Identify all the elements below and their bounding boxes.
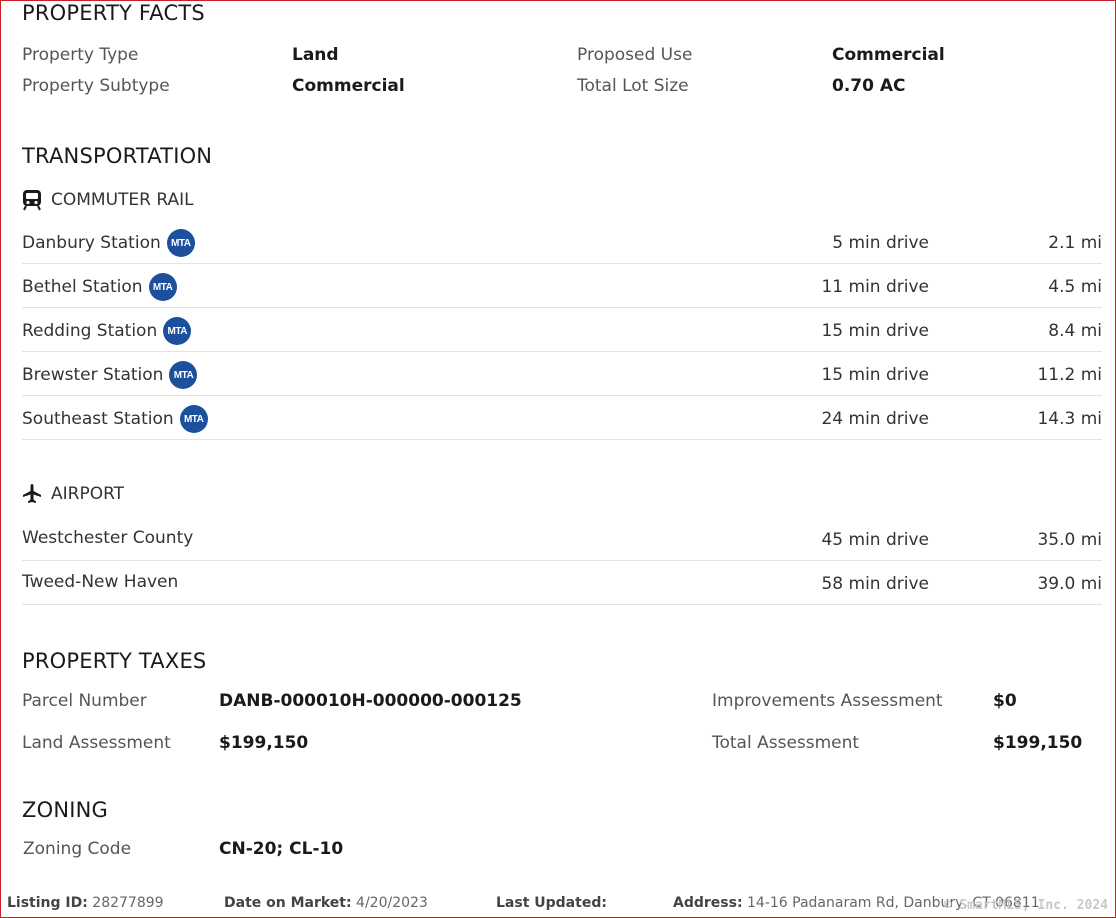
distance: 35.0 mi <box>1037 530 1102 550</box>
commuter-rail-label: COMMUTER RAIL <box>51 190 194 210</box>
zoning-code-label: Zoning Code <box>23 839 132 859</box>
mta-badge-icon: MTA <box>169 361 198 389</box>
station-row: Southeast Station MTA 24 min drive 14.3 m… <box>22 396 1102 440</box>
drive-time: 58 min drive <box>821 574 929 594</box>
station-name: Redding Station <box>22 321 158 341</box>
lot-size-value: 0.70 AC <box>832 76 906 96</box>
property-subtype-value: Commercial <box>292 76 405 96</box>
property-facts-title: PROPERTY FACTS <box>22 1 205 25</box>
zoning-title: ZONING <box>22 798 108 822</box>
drive-time: 24 min drive <box>821 409 929 429</box>
last-updated: Last Updated: <box>496 895 607 911</box>
distance: 4.5 mi <box>1048 277 1102 297</box>
listing-id: Listing ID: 28277899 <box>7 895 164 911</box>
proposed-use-value: Commercial <box>832 45 945 65</box>
improvements-assessment-value: $0 <box>993 691 1017 711</box>
drive-time: 5 min drive <box>832 233 929 253</box>
drive-time: 15 min drive <box>821 365 929 385</box>
parcel-number-value: DANB-000010H-000000-000125 <box>219 691 522 711</box>
land-assessment-value: $199,150 <box>219 733 309 753</box>
airport-row: Westchester County 45 min drive 35.0 mi <box>22 517 1102 561</box>
drive-time: 15 min drive <box>821 321 929 341</box>
lot-size-label: Total Lot Size <box>577 76 689 96</box>
station-row: Redding Station MTA 15 min drive 8.4 mi <box>22 308 1102 352</box>
drive-time: 11 min drive <box>821 277 929 297</box>
distance: 39.0 mi <box>1037 574 1102 594</box>
total-assessment-label: Total Assessment <box>712 733 860 753</box>
distance: 8.4 mi <box>1048 321 1102 341</box>
train-icon <box>22 189 42 211</box>
zoning-code-value: CN-20; CL-10 <box>219 839 344 859</box>
property-type-label: Property Type <box>22 45 139 65</box>
total-assessment-value: $199,150 <box>993 733 1083 753</box>
parcel-number-label: Parcel Number <box>22 691 147 711</box>
airplane-icon <box>22 483 42 505</box>
airport-name: Westchester County <box>22 528 194 548</box>
airport-row: Tweed-New Haven 58 min drive 39.0 mi <box>22 561 1102 605</box>
station-name: Southeast Station <box>22 409 174 429</box>
page-frame <box>0 0 1116 918</box>
drive-time: 45 min drive <box>821 530 929 550</box>
property-taxes-title: PROPERTY TAXES <box>22 649 207 673</box>
station-row: Bethel Station MTA 11 min drive 4.5 mi <box>22 264 1102 308</box>
land-assessment-label: Land Assessment <box>22 733 171 753</box>
date-on-market: Date on Market: 4/20/2023 <box>224 895 428 911</box>
distance: 2.1 mi <box>1048 233 1102 253</box>
station-name: Brewster Station <box>22 365 164 385</box>
commuter-rail-heading: COMMUTER RAIL <box>22 189 194 211</box>
distance: 14.3 mi <box>1037 409 1102 429</box>
distance: 11.2 mi <box>1037 365 1102 385</box>
mta-badge-icon: MTA <box>166 229 195 257</box>
property-subtype-label: Property Subtype <box>22 76 170 96</box>
station-name: Bethel Station <box>22 277 143 297</box>
station-row: Brewster Station MTA 15 min drive 11.2 mi <box>22 352 1102 396</box>
station-row: Danbury Station MTA 5 min drive 2.1 mi <box>22 220 1102 264</box>
property-type-value: Land <box>292 45 339 65</box>
improvements-assessment-label: Improvements Assessment <box>712 691 943 711</box>
transportation-title: TRANSPORTATION <box>22 144 213 168</box>
proposed-use-label: Proposed Use <box>577 45 693 65</box>
mta-badge-icon: MTA <box>179 405 208 433</box>
airport-label: AIRPORT <box>51 484 125 504</box>
station-name: Danbury Station <box>22 233 161 253</box>
copyright-watermark: © SmartMLS, Inc. 2024 <box>943 898 1108 913</box>
mta-badge-icon: MTA <box>148 273 177 301</box>
airport-name: Tweed-New Haven <box>22 572 179 592</box>
mta-badge-icon: MTA <box>163 317 192 345</box>
airport-heading: AIRPORT <box>22 483 124 505</box>
